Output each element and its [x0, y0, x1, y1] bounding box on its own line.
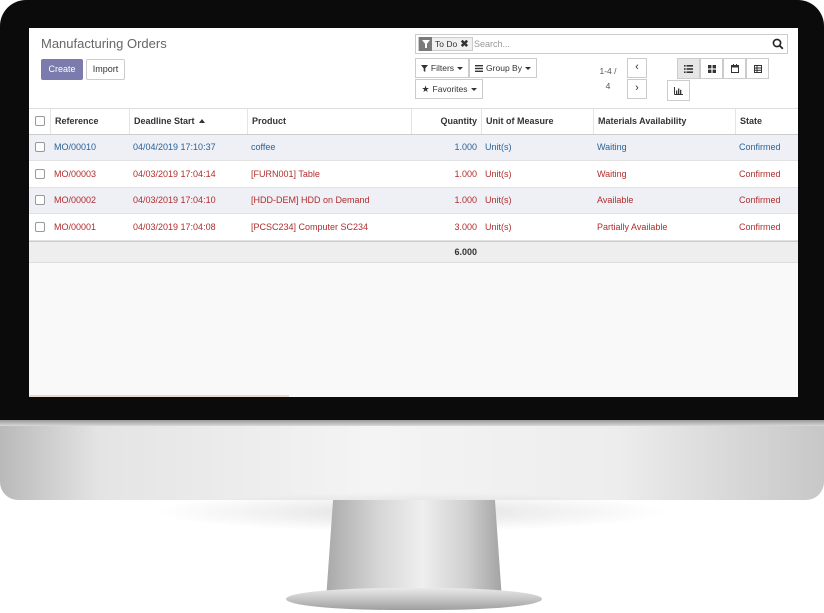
select-all-checkbox[interactable]	[34, 116, 45, 127]
cell-materials: Available	[597, 195, 634, 206]
favorites-dropdown[interactable]: ★ Favorites	[415, 79, 483, 99]
star-icon: ★	[421, 83, 430, 94]
cell-reference: MO/00010	[54, 142, 97, 153]
graph-icon	[674, 86, 683, 95]
cell-quantity: 3.000	[454, 221, 477, 232]
filters-dropdown[interactable]: Filters	[415, 58, 469, 78]
monitor-stand-base	[286, 588, 542, 610]
cell-uom: Unit(s)	[485, 195, 512, 206]
pager-value[interactable]: 1-4 /	[596, 66, 620, 76]
row-checkbox-cell	[29, 161, 50, 187]
row-checkbox[interactable]	[34, 142, 45, 153]
pager-limit: 4	[605, 81, 611, 91]
row-checkbox[interactable]	[34, 168, 45, 179]
import-button[interactable]: Import	[86, 59, 125, 80]
group-by-dropdown[interactable]: Group By	[469, 58, 537, 78]
cell-product: coffee	[251, 142, 276, 153]
kanban-view-button[interactable]	[700, 58, 723, 79]
row-checkbox[interactable]	[34, 195, 45, 206]
facet-label: To Do	[435, 39, 458, 49]
header-reference[interactable]: Reference	[50, 109, 129, 134]
cell-uom: Unit(s)	[485, 221, 512, 232]
row-checkbox-cell	[29, 188, 50, 214]
pager-previous-button[interactable]: ‹	[627, 58, 647, 78]
calendar-icon	[730, 64, 739, 73]
graph-view-button[interactable]	[667, 80, 690, 101]
create-button[interactable]: Create	[41, 59, 83, 80]
filters-label: Filters	[430, 63, 455, 73]
favorites-label: Favorites	[432, 84, 468, 94]
cell-product: [PCSC234] Computer SC234	[251, 221, 369, 232]
cell-reference: MO/00003	[54, 168, 97, 179]
group-by-label: Group By	[486, 63, 522, 73]
pager-next-button[interactable]: ›	[627, 79, 647, 99]
list-view-button[interactable]	[677, 58, 700, 79]
cell-materials: Waiting	[597, 142, 627, 153]
cell-deadline: 04/03/2019 17:04:10	[133, 195, 216, 206]
monitor-chin	[0, 420, 824, 500]
kanban-icon	[707, 64, 716, 73]
cell-state: Confirmed	[739, 195, 781, 206]
calendar-view-button[interactable]	[723, 58, 746, 79]
row-checkbox[interactable]	[34, 221, 45, 232]
cell-quantity: 1.000	[454, 142, 477, 153]
chevron-down-icon	[524, 66, 531, 70]
header-quantity[interactable]: Quantity	[411, 109, 481, 134]
pivot-view-button[interactable]	[746, 58, 769, 79]
search-box[interactable]: To Do ✖	[415, 34, 788, 54]
list-view: Reference Deadline Start Product Quantit…	[29, 108, 798, 263]
table-row[interactable]: MO/00001 04/03/2019 17:04:08 [PCSC234] C…	[29, 214, 798, 241]
chevron-down-icon	[470, 87, 477, 91]
cell-state: Confirmed	[739, 168, 781, 179]
cell-quantity: 1.000	[454, 168, 477, 179]
screen-divider	[29, 395, 289, 397]
filter-icon	[419, 37, 432, 51]
header-materials[interactable]: Materials Availability	[593, 109, 735, 134]
header-uom[interactable]: Unit of Measure	[481, 109, 593, 134]
footer-total-quantity: 6.000	[454, 246, 477, 257]
screen: Manufacturing Orders Create Import To Do…	[29, 28, 798, 397]
cell-reference: MO/00001	[54, 221, 97, 232]
cell-product: [FURN001] Table	[251, 168, 320, 179]
table-row[interactable]: MO/00003 04/03/2019 17:04:14 [FURN001] T…	[29, 161, 798, 188]
filter-icon	[420, 64, 428, 72]
table-header: Reference Deadline Start Product Quantit…	[29, 108, 798, 135]
row-checkbox-cell	[29, 214, 50, 240]
cell-quantity: 1.000	[454, 195, 477, 206]
cell-state: Confirmed	[739, 142, 781, 153]
sort-ascending-icon	[198, 119, 205, 124]
cell-product: [HDD-DEM] HDD on Demand	[251, 195, 370, 206]
cell-materials: Waiting	[597, 168, 627, 179]
control-panel: Manufacturing Orders Create Import To Do…	[29, 28, 798, 108]
cell-uom: Unit(s)	[485, 142, 512, 153]
select-all-cell	[29, 109, 50, 134]
chevron-down-icon	[457, 66, 464, 70]
cell-uom: Unit(s)	[485, 168, 512, 179]
pivot-icon	[753, 64, 762, 73]
table-footer: 6.000	[29, 240, 798, 263]
search-icon[interactable]	[772, 37, 784, 51]
row-checkbox-cell	[29, 135, 50, 161]
search-facet: To Do ✖	[418, 37, 473, 51]
cell-deadline: 04/04/2019 17:10:37	[133, 142, 216, 153]
header-product[interactable]: Product	[247, 109, 411, 134]
cell-reference: MO/00002	[54, 195, 97, 206]
cell-state: Confirmed	[739, 221, 781, 232]
header-deadline-label: Deadline Start	[134, 116, 195, 127]
header-deadline[interactable]: Deadline Start	[129, 109, 247, 134]
facet-remove-icon[interactable]: ✖	[460, 39, 471, 50]
table-row[interactable]: MO/00002 04/03/2019 17:04:10 [HDD-DEM] H…	[29, 187, 798, 214]
list-icon	[684, 64, 693, 73]
cell-materials: Partially Available	[597, 221, 668, 232]
cell-deadline: 04/03/2019 17:04:08	[133, 221, 216, 232]
search-input[interactable]	[474, 37, 764, 51]
cell-deadline: 04/03/2019 17:04:14	[133, 168, 216, 179]
bars-icon	[475, 64, 484, 72]
page-title: Manufacturing Orders	[41, 36, 167, 51]
table-row[interactable]: MO/00010 04/04/2019 17:10:37 coffee 1.00…	[29, 134, 798, 161]
monitor-stand-neck	[326, 500, 502, 600]
header-state[interactable]: State	[735, 109, 798, 134]
